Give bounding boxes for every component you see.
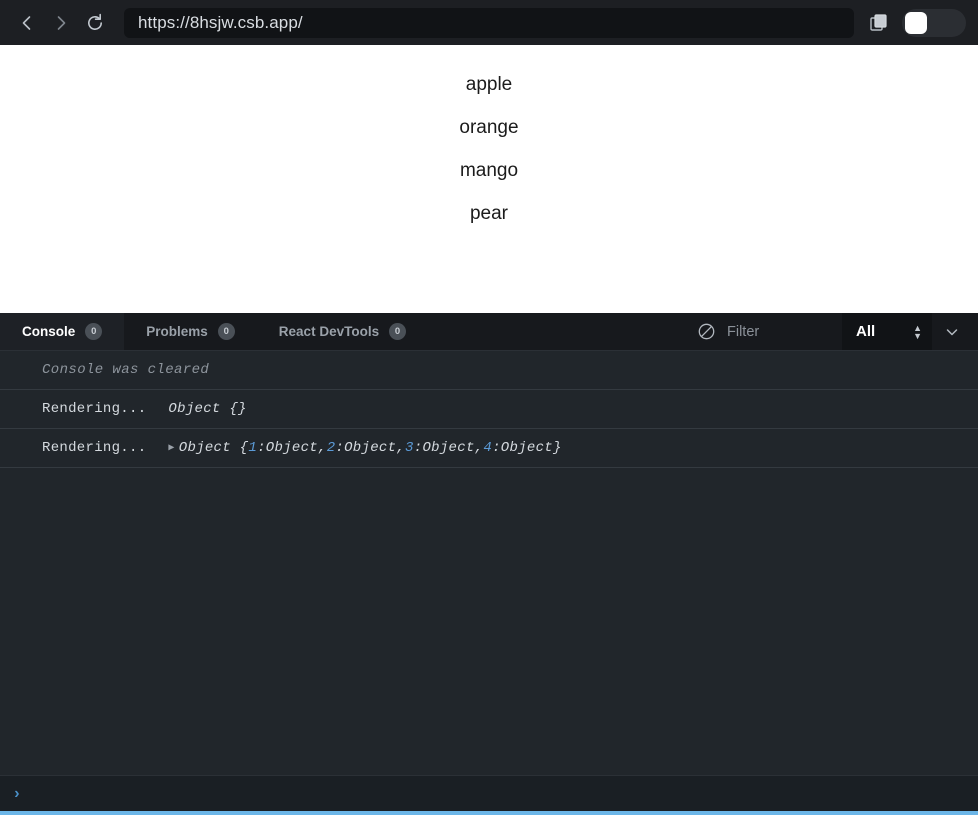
list-item: apple [465,74,513,95]
console-input-row[interactable]: › [0,775,978,815]
log-row[interactable]: Rendering... Object {} [0,390,978,429]
log-object-prefix: Object { [178,440,249,456]
log-object-sep: : [335,440,345,456]
stepper-icon: ▲ ▼ [913,322,922,341]
log-row[interactable]: Rendering... ▶ Object { 1 : Object, 2 : … [0,429,978,468]
log-object-suffix: } [552,440,562,456]
devtools-tabbar: Console 0 Problems 0 React DevTools 0 Fi… [0,313,978,351]
tabbar-spacer [428,313,689,350]
log-label: Rendering... [42,401,147,417]
status-badge: 0 [85,323,103,340]
list-item: orange [459,117,519,138]
chevron-left-icon [22,15,31,30]
log-object-sep: : [413,440,423,456]
tab-label: Console [22,324,76,339]
copy-button[interactable] [862,7,896,39]
status-badge: 0 [217,323,235,340]
tab-react-devtools[interactable]: React DevTools 0 [257,313,428,350]
reload-button[interactable] [78,6,112,40]
address-bar[interactable]: https://8hsjw.csb.app/ [124,7,854,38]
chevron-right-icon [57,15,66,30]
status-badge: 0 [389,323,407,340]
toggle-knob [905,11,927,34]
clear-console-button[interactable] [689,313,723,350]
log-row-cleared: Console was cleared [0,351,978,390]
console-toolbar: Filter All ▲ ▼ [689,313,978,350]
reload-icon [88,13,102,30]
log-object-sep: : [257,440,266,456]
disclosure-triangle-icon[interactable]: ▶ [168,442,174,454]
console-cleared-message: Console was cleared [42,362,210,378]
filter-input[interactable]: Filter [723,324,842,340]
log-object-val: Object, [344,440,406,456]
log-object-val: Object, [265,440,327,456]
tab-label: Problems [146,324,208,339]
log-level-select[interactable]: All ▲ ▼ [842,313,932,350]
view-toggle[interactable] [902,8,966,37]
log-label: Rendering... [42,440,147,456]
log-value: Object {} [168,401,247,417]
url-text: https://8hsjw.csb.app/ [138,12,303,32]
collapse-panel-button[interactable] [932,313,972,350]
copy-icon [870,13,887,31]
log-value: ▶ Object { 1 : Object, 2 : Object, 3 : O… [168,440,561,456]
forward-button[interactable] [44,6,78,40]
page-viewport: apple orange mango pear [0,45,978,313]
tab-label: React DevTools [278,324,380,339]
list-item: mango [459,160,519,181]
back-button[interactable] [10,6,44,40]
clear-console-icon [698,323,714,340]
log-object-key: 4 [483,440,493,456]
log-object-key: 1 [248,440,258,456]
log-object-sep: : [492,440,501,456]
log-object-key: 3 [405,440,414,456]
devtools-panel: Console 0 Problems 0 React DevTools 0 Fi… [0,313,978,815]
log-level-value: All [856,323,876,340]
log-object-val: Object, [422,440,484,456]
prompt-chevron-icon: › [12,784,22,803]
tab-console[interactable]: Console 0 [0,313,125,350]
browser-actions [862,7,968,39]
log-object-key: 2 [326,440,336,456]
browser-toolbar: https://8hsjw.csb.app/ [0,0,978,45]
tab-problems[interactable]: Problems 0 [124,313,257,350]
list-item: pear [469,203,509,224]
console-log-list[interactable]: Console was cleared Rendering... Object … [0,351,978,775]
log-object-val: Object [500,440,553,456]
chevron-down-icon [946,328,958,335]
